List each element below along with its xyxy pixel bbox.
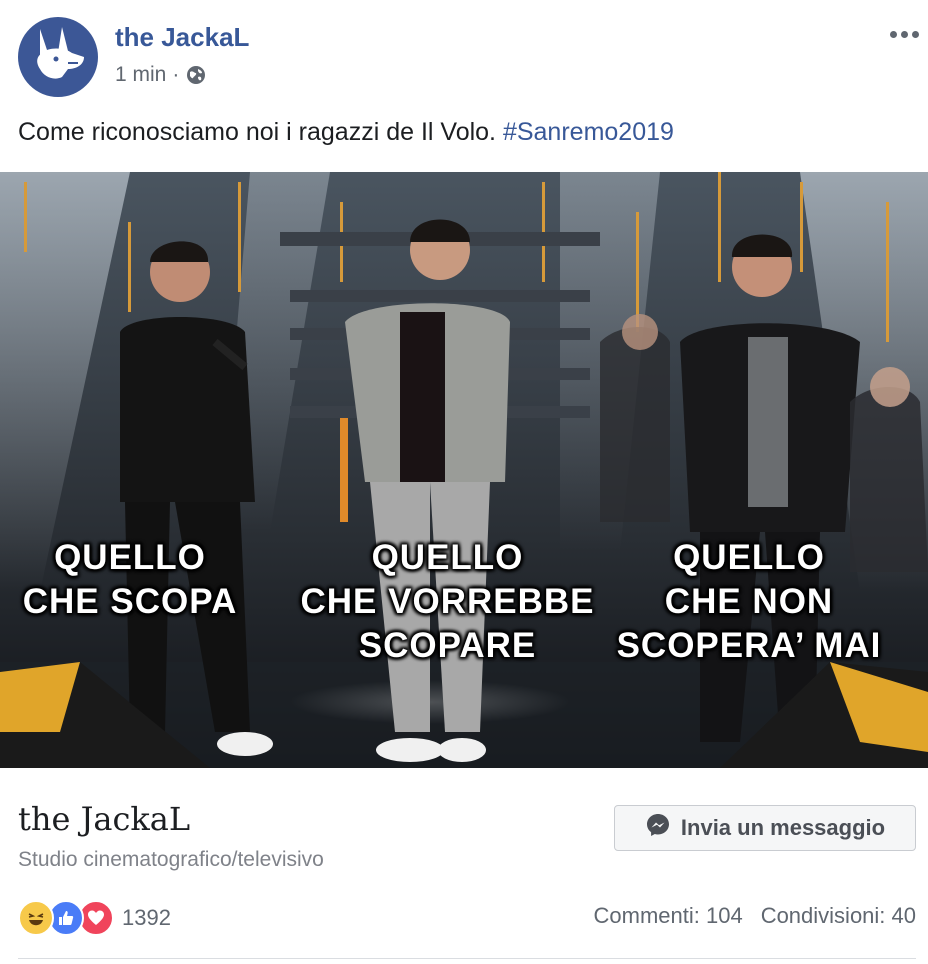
page-avatar[interactable] (18, 17, 98, 97)
caption-line: QUELLO (54, 538, 206, 577)
engagement-stats: Commenti: 104 Condivisioni: 40 (594, 903, 917, 929)
shares-count-link[interactable]: Condivisioni: 40 (761, 903, 916, 929)
caption-left: QUELLO CHE SCOPA (0, 536, 260, 624)
post-header: the JackaL 1 min · (0, 0, 928, 110)
post-body: Come riconosciamo noi i ragazzi de Il Vo… (18, 118, 503, 146)
stage-scene-image (0, 172, 928, 768)
meta-separator: · (172, 63, 180, 86)
comments-count-link[interactable]: Commenti: 104 (594, 903, 743, 929)
send-message-button[interactable]: Invia un messaggio (614, 805, 916, 851)
footer-page-name[interactable]: the JackaL (18, 800, 190, 838)
more-dots-icon[interactable] (884, 20, 924, 48)
caption-line: CHE SCOPA (22, 582, 238, 621)
reaction-count: 1392 (122, 905, 171, 930)
jackal-logo-icon (37, 27, 84, 79)
caption-line: QUELLO (371, 538, 524, 577)
post-video[interactable]: QUELLO CHE SCOPA QUELLO CHE VORREBBE SCO… (0, 172, 928, 768)
caption-right: QUELLO CHE NON SCOPERA’ MAI (600, 536, 898, 668)
caption-line: SCOPARE (358, 626, 537, 665)
post-text: Come riconosciamo noi i ragazzi de Il Vo… (18, 118, 674, 147)
globe-icon[interactable] (185, 64, 207, 86)
reactions-summary[interactable]: 1392 (18, 900, 171, 936)
post-time[interactable]: 1 min (115, 63, 166, 87)
caption-line: CHE NON (664, 582, 834, 621)
hashtag-link[interactable]: #Sanremo2019 (503, 118, 674, 146)
footer-category: Studio cinematografico/televisivo (18, 848, 324, 871)
caption-line: QUELLO (673, 538, 825, 577)
caption-line: SCOPERA’ MAI (616, 626, 882, 665)
haha-reaction-icon (18, 900, 54, 936)
messenger-icon (645, 812, 671, 844)
caption-line: CHE VORREBBE (300, 582, 595, 621)
send-message-label: Invia un messaggio (680, 815, 886, 840)
post-meta: 1 min · (115, 63, 207, 87)
page-name-link[interactable]: the JackaL (115, 22, 249, 53)
divider (18, 958, 916, 959)
caption-center: QUELLO CHE VORREBBE SCOPARE (280, 536, 615, 668)
